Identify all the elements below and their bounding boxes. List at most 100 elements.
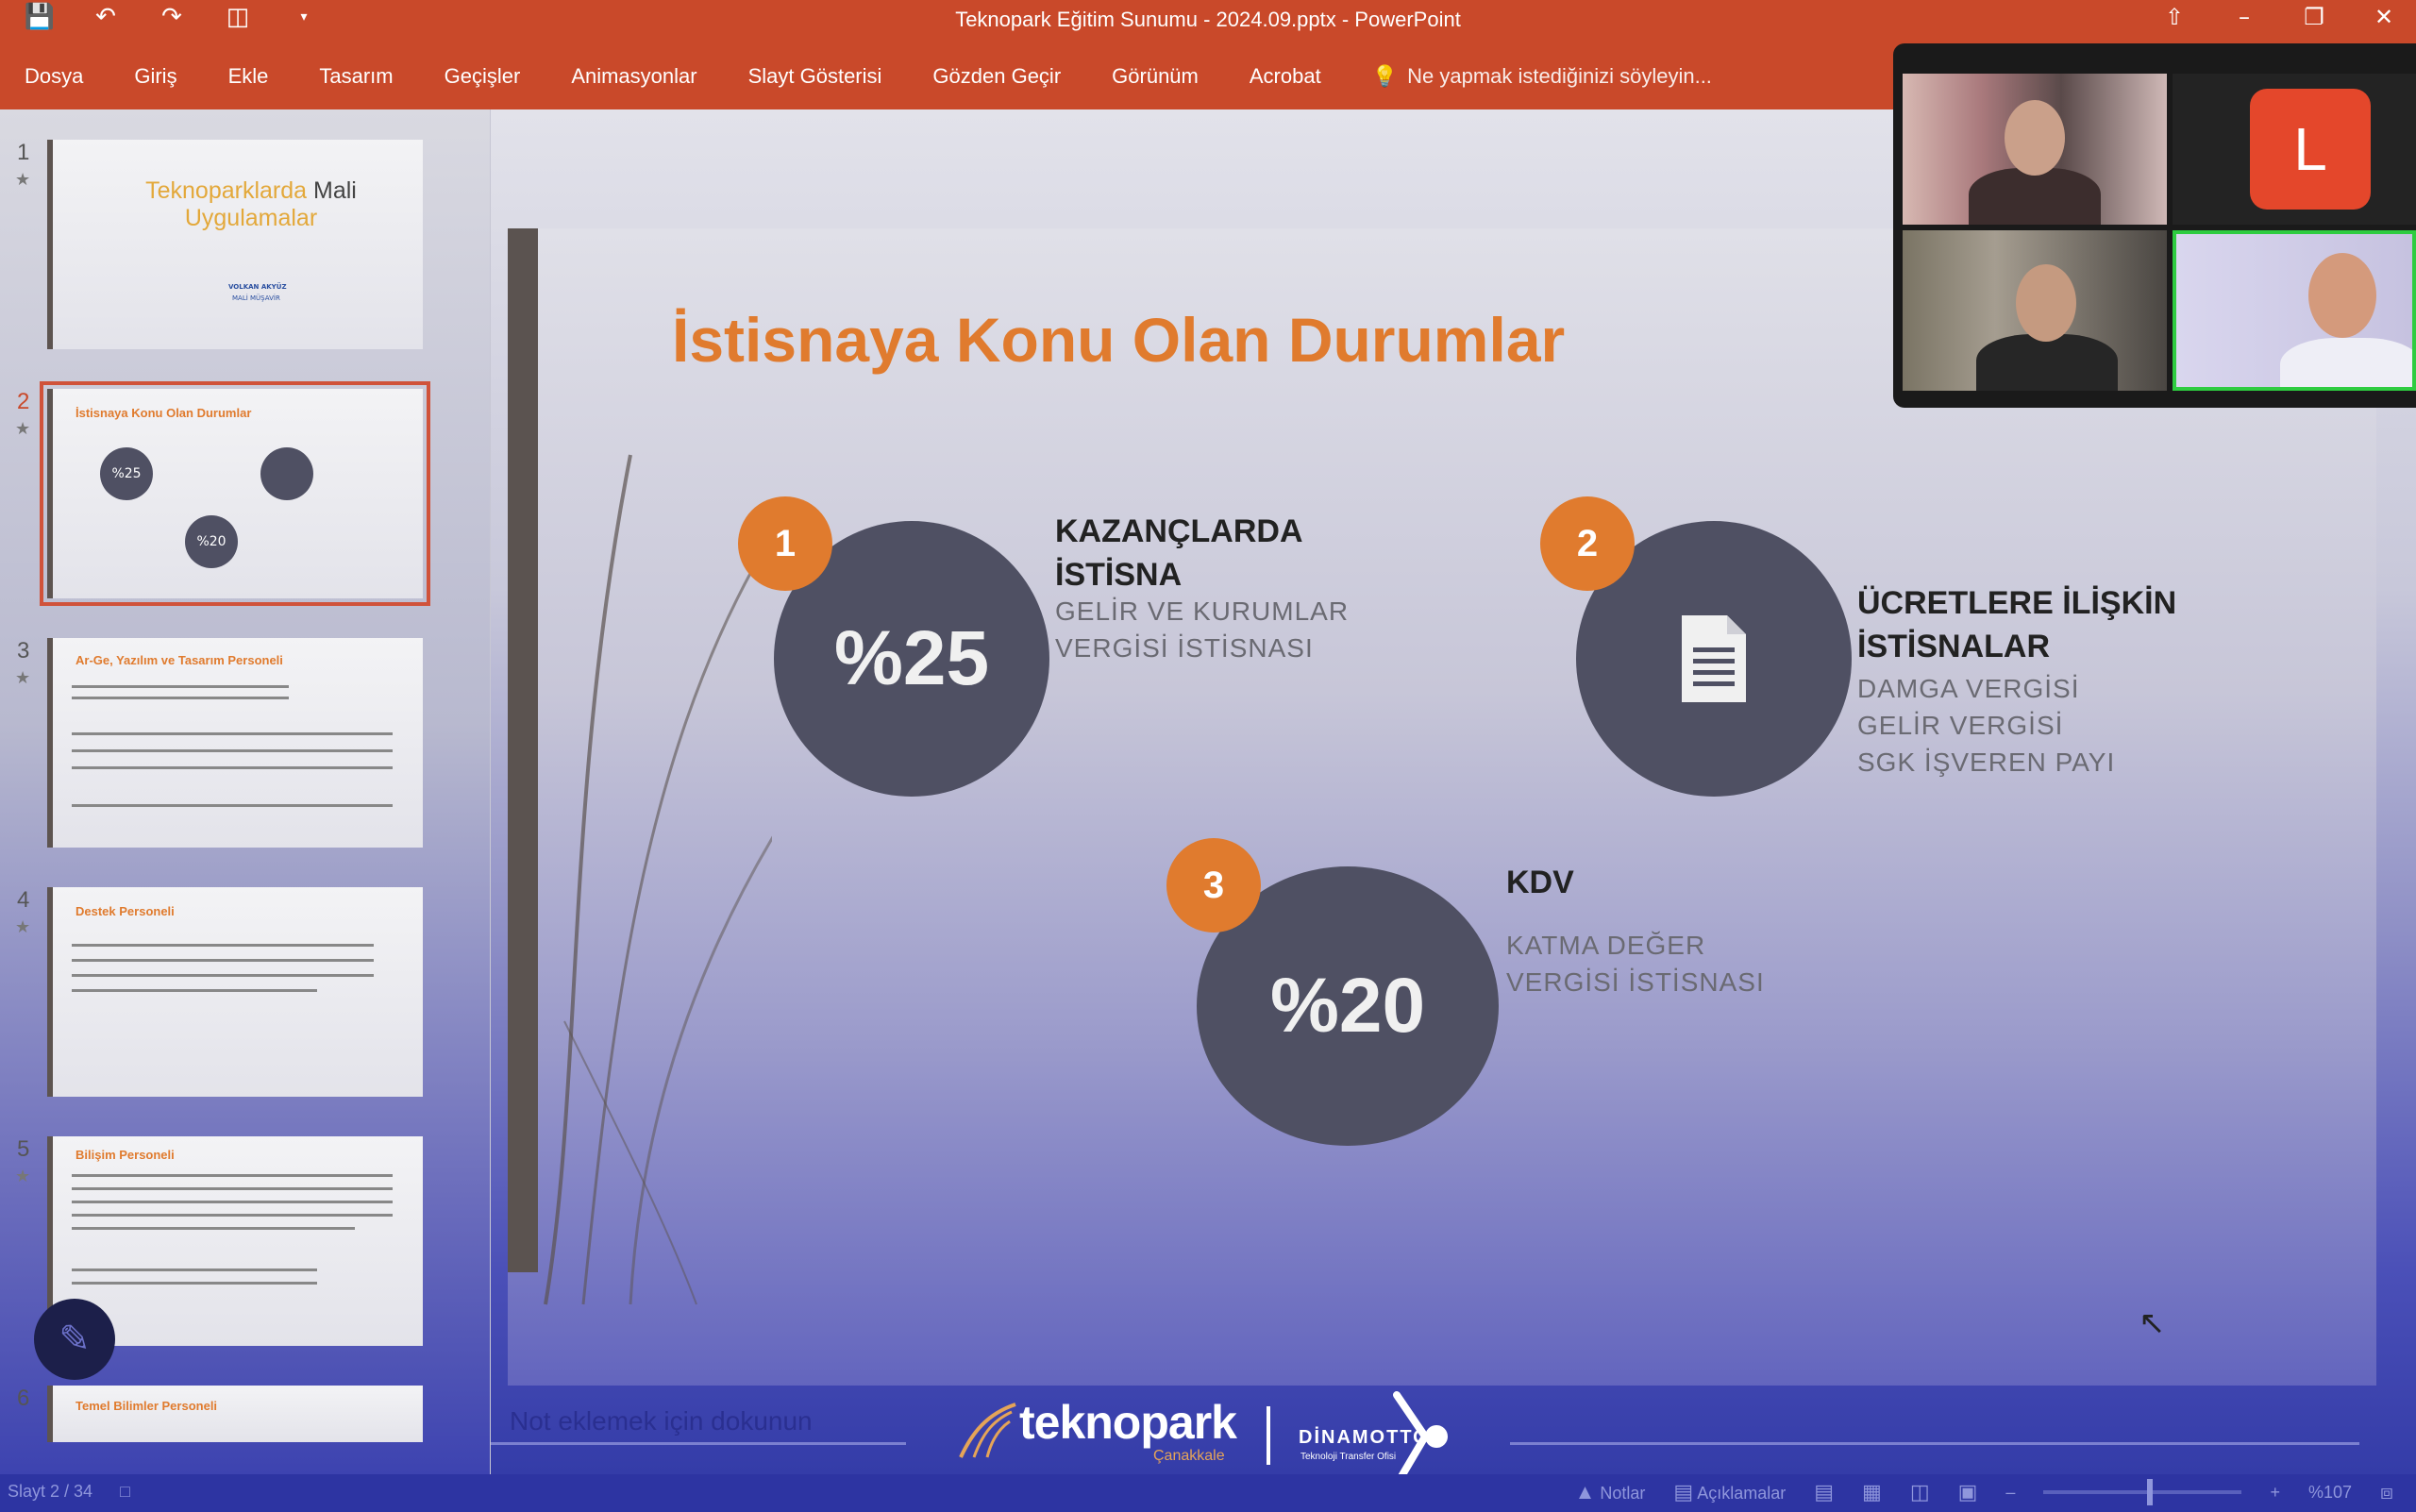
animation-star-icon: ★ — [15, 1167, 31, 1186]
slide-sorter-icon[interactable]: ▦ — [1862, 1480, 1882, 1504]
participant-silhouette — [2280, 338, 2412, 387]
participant-silhouette — [1976, 334, 2118, 391]
spellcheck-icon[interactable]: □ — [120, 1482, 130, 1501]
slide-number: 6 — [17, 1386, 30, 1411]
video-call-panel[interactable]: L — [1893, 43, 2416, 408]
thumb-title: Destek Personeli — [76, 904, 175, 918]
logo-divider — [1267, 1406, 1270, 1465]
mouse-cursor-icon: ↖ — [2139, 1304, 2166, 1342]
tell-me-label: Ne yapmak istediğinizi söyleyin... — [1407, 64, 1712, 88]
window-controls: ⇧ – ❐ ✕ — [2152, 0, 2407, 34]
slide-thumbnail[interactable]: Temel Bilimler Personeli — [47, 1386, 423, 1442]
lightbulb-icon: 💡 — [1371, 64, 1399, 88]
tab-insert[interactable]: Ekle — [228, 64, 269, 89]
tab-animations[interactable]: Animasyonlar — [571, 64, 696, 89]
notes-button[interactable]: ▲ Notlar — [1575, 1480, 1646, 1504]
slide-counter-text: Slayt 2 / 34 — [8, 1482, 93, 1501]
close-icon[interactable]: ✕ — [2361, 0, 2407, 34]
tab-design[interactable]: Tasarım — [319, 64, 393, 89]
restore-icon[interactable]: ❐ — [2291, 0, 2337, 34]
slide-number: 2 — [17, 389, 30, 414]
normal-view-icon[interactable]: ▤ — [1814, 1480, 1834, 1504]
participant-avatar: L — [2250, 89, 2371, 210]
slide-thumbnail-active[interactable]: İstisnaya Konu Olan Durumlar %25 %20 — [40, 381, 430, 606]
item-subtitle: DAMGA VERGİSİ GELİR VERGİSİ SGK İŞVEREN PA… — [1857, 674, 2116, 777]
slide-number: 3 — [17, 638, 30, 664]
thumb-author: VOLKAN AKYÜZ — [228, 283, 287, 291]
slide-title: İstisnaya Konu Olan Durumlar — [672, 305, 1566, 375]
tab-view[interactable]: Görünüm — [1112, 64, 1199, 89]
slide-thumbnail[interactable]: Ar-Ge, Yazılım ve Tasarım Personeli — [47, 638, 423, 848]
teknopark-mark-icon — [959, 1403, 1016, 1458]
participant-avatar-tile[interactable]: L — [2173, 74, 2416, 225]
decorative-grass-strokes — [544, 454, 772, 1305]
thumb-title-orange: Teknoparklarda — [145, 177, 308, 204]
item-title: KDV — [1506, 865, 1574, 900]
zoom-in-icon[interactable]: + — [2270, 1483, 2280, 1503]
thumb-title: Temel Bilimler Personeli — [76, 1399, 218, 1413]
tell-me-search[interactable]: 💡 Ne yapmak istediğinizi söyleyin... — [1372, 64, 1712, 89]
participant-face — [2005, 100, 2065, 176]
participant-video-tile[interactable] — [1903, 74, 2167, 225]
zoom-slider[interactable] — [2043, 1479, 2242, 1505]
thumb-circle: %25 — [100, 447, 153, 500]
ribbon-display-options-icon[interactable]: ⇧ — [2152, 0, 2197, 34]
animation-star-icon: ★ — [15, 419, 31, 439]
tab-acrobat[interactable]: Acrobat — [1250, 64, 1321, 89]
tab-file[interactable]: Dosya — [25, 64, 83, 89]
comments-button[interactable]: ▤ Açıklamalar — [1673, 1480, 1786, 1504]
thumb-title: Ar-Ge, Yazılım ve Tasarım Personeli — [76, 653, 283, 667]
tab-transitions[interactable]: Geçişler — [445, 64, 521, 89]
item-subtitle: GELİR VE KURUMLAR VERGİSİ İSTİSNASI — [1055, 596, 1350, 663]
minimize-icon[interactable]: – — [2222, 0, 2267, 34]
slide-number: 5 — [17, 1136, 30, 1162]
title-bar: 💾 ↶ ↷ ◫ ▾ Teknopark Eğitim Sunumu - 2024… — [0, 0, 2416, 43]
window-title: Teknopark Eğitim Sunumu - 2024.09.pptx -… — [955, 8, 1461, 31]
dinamotto-mark-icon — [1393, 1391, 1448, 1482]
comments-icon: ▤ — [1673, 1480, 1694, 1504]
zoom-slider-thumb[interactable] — [2147, 1479, 2154, 1505]
tab-review[interactable]: Gözden Geçir — [932, 64, 1061, 89]
zoom-level[interactable]: %107 — [2308, 1483, 2352, 1503]
thumb-title-dark: Mali — [313, 177, 357, 204]
item-subtitle: KATMA DEĞER VERGİSİ İSTİSNASI — [1506, 931, 1765, 997]
slide-counter: Slayt 2 / 34 □ — [8, 1482, 130, 1502]
notes-divider-right — [1510, 1442, 2359, 1445]
thumb-circle: %20 — [185, 515, 238, 568]
notes-label: Notlar — [1600, 1484, 1646, 1503]
pen-icon: ✎ — [59, 1318, 91, 1361]
pen-tool-button[interactable]: ✎ — [34, 1299, 115, 1380]
teknopark-logo: teknopark Çanakkale — [953, 1395, 1237, 1464]
slide-thumbnail[interactable]: Destek Personeli — [47, 887, 423, 1097]
fit-to-window-icon[interactable]: ⧈ — [2380, 1480, 2393, 1504]
participant-face — [2308, 253, 2376, 338]
tab-slideshow[interactable]: Slayt Gösterisi — [748, 64, 882, 89]
slide-number: 1 — [17, 140, 30, 165]
animation-star-icon: ★ — [15, 170, 31, 190]
animation-star-icon: ★ — [15, 668, 31, 688]
status-controls: ▲ Notlar ▤ Açıklamalar ▤ ▦ ◫ ▣ – + %107 … — [1575, 1479, 2393, 1505]
thumb-title-line2: Uygulamalar — [184, 205, 318, 231]
comments-label: Açıklamalar — [1697, 1484, 1787, 1503]
thumb-title: İstisnaya Konu Olan Durumlar — [76, 406, 252, 420]
thumb-title: Bilişim Personeli — [76, 1148, 175, 1162]
tab-home[interactable]: Giriş — [134, 64, 176, 89]
slide-thumbnail[interactable]: Teknoparklarda Mali Uygulamalar VOLKAN A… — [47, 140, 423, 349]
slide-thumbnail-pane[interactable]: 1 ★ Teknoparklarda Mali Uygulamalar VOLK… — [0, 109, 491, 1474]
reading-view-icon[interactable]: ◫ — [1910, 1480, 1930, 1504]
slideshow-view-icon[interactable]: ▣ — [1958, 1480, 1978, 1504]
thumb-author-title: MALİ MÜŞAVİR — [232, 294, 280, 302]
notes-placeholder[interactable]: Not eklemek için dokunun — [510, 1406, 813, 1436]
dinamotto-subtitle: Teknoloji Transfer Ofisi — [1300, 1452, 1397, 1462]
number-badge: 2 — [1540, 496, 1635, 591]
item-title: KAZANÇLARDA İSTİSNA — [1055, 513, 1303, 593]
item-title: ÜCRETLERE İLİŞKİN İSTİSNALAR — [1857, 585, 2177, 664]
slide-number: 4 — [17, 887, 30, 913]
zoom-out-icon[interactable]: – — [2005, 1483, 2015, 1503]
participant-video-tile[interactable] — [1903, 230, 2167, 391]
number-badge: 3 — [1166, 838, 1261, 932]
notes-divider-left — [491, 1442, 906, 1445]
active-speaker-video-tile[interactable] — [2173, 230, 2416, 391]
teknopark-wordmark: teknopark — [1019, 1396, 1237, 1449]
participant-silhouette — [1969, 168, 2101, 225]
